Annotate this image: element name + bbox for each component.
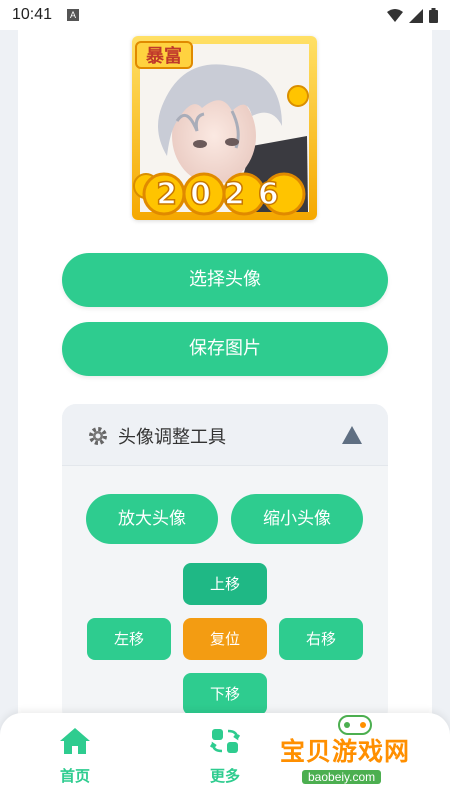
save-image-button[interactable]: 保存图片 (62, 322, 388, 376)
reset-button[interactable]: 复位 (183, 618, 267, 660)
tool-panel-header[interactable]: 头像调整工具 (62, 404, 388, 466)
collapse-triangle-icon[interactable] (342, 426, 362, 444)
avatar-preview[interactable]: 暴富 2026 (132, 36, 317, 220)
move-up-button[interactable]: 上移 (183, 563, 267, 605)
watermark-logo: 宝贝游戏网 baobeiy.com (280, 715, 445, 800)
gear-icon (89, 427, 107, 445)
status-time: 10:41 (12, 6, 53, 23)
tool-panel-title: 头像调整工具 (118, 427, 226, 448)
nav-more[interactable]: 更多 (185, 727, 265, 786)
move-left-button[interactable]: 左移 (87, 618, 171, 660)
zoom-out-button[interactable]: 缩小头像 (231, 494, 363, 544)
watermark-text: 宝贝游戏网 (280, 737, 411, 766)
avatar-year-text: 2026 (156, 177, 292, 212)
nav-home-label: 首页 (59, 767, 90, 785)
nav-home[interactable]: 首页 (35, 727, 115, 786)
wifi-icon (387, 8, 403, 22)
move-down-button[interactable]: 下移 (183, 673, 267, 715)
zoom-in-button[interactable]: 放大头像 (86, 494, 218, 544)
signal-icon (409, 8, 423, 23)
watermark-url: baobeiy.com (302, 770, 382, 784)
move-right-button[interactable]: 右移 (279, 618, 363, 660)
swap-icon (209, 729, 241, 753)
avatar-image: 暴富 2026 (132, 36, 317, 220)
notification-icon: A (67, 9, 79, 21)
status-icons (387, 8, 438, 23)
battery-icon (429, 8, 438, 23)
home-icon (60, 728, 90, 754)
nav-more-label: 更多 (209, 767, 240, 785)
status-bar: 10:41 A (0, 0, 450, 30)
avatar-badge-text: 暴富 (146, 45, 182, 67)
select-avatar-button[interactable]: 选择头像 (62, 253, 388, 307)
